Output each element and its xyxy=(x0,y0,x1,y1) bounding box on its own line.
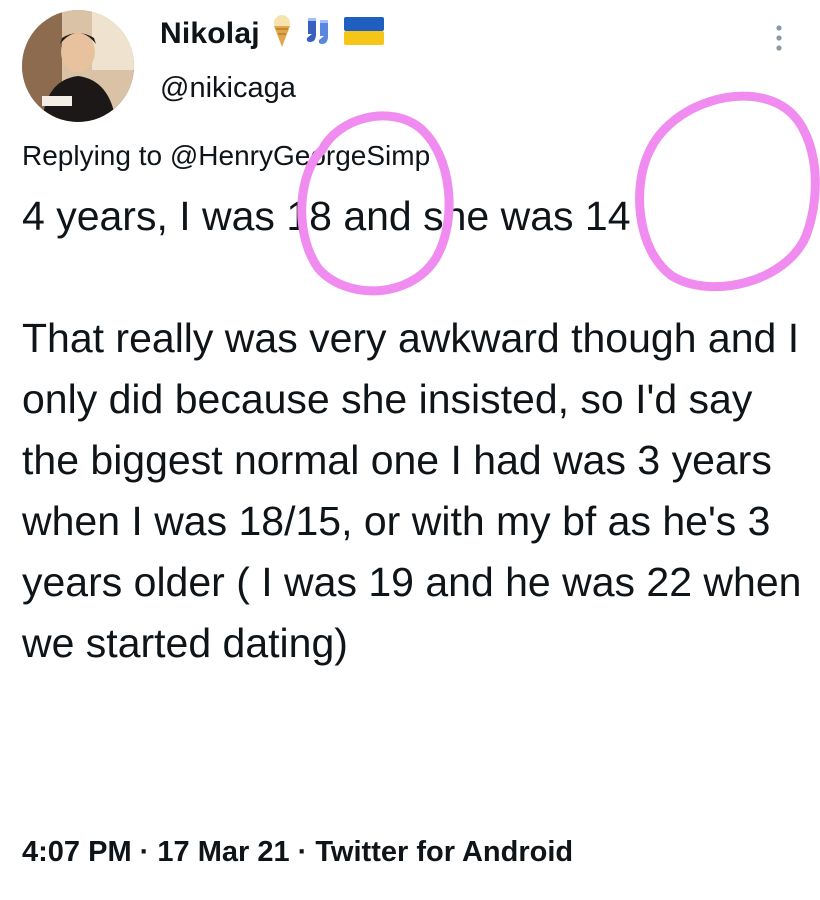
tweet-text: 4 years, I was 18 and she was 14 That re… xyxy=(22,193,802,666)
replying-to: Replying to @HenryGeorgeSimp xyxy=(22,140,430,172)
author-display-name[interactable]: Nikolaj xyxy=(160,17,260,51)
author-handle[interactable]: @nikicaga xyxy=(160,72,296,105)
tweet-meta: 4:07 PM · 17 Mar 21 · Twitter for Androi… xyxy=(22,836,573,869)
ice-cream-icon xyxy=(270,14,294,53)
ukraine-flag-icon xyxy=(343,17,384,50)
tweet-time[interactable]: 4:07 PM xyxy=(22,836,132,868)
socks-icon xyxy=(304,16,334,51)
tweet-date[interactable]: 17 Mar 21 xyxy=(157,836,289,868)
meta-separator: · xyxy=(289,836,316,868)
meta-separator: · xyxy=(131,836,158,868)
reply-mention-link[interactable]: @HenryGeorgeSimp xyxy=(170,140,430,171)
tweet-card: Nikolaj @nikicaga Replying to @HenryGeor… xyxy=(0,0,820,900)
more-options-icon[interactable] xyxy=(764,18,794,58)
author-name-row: Nikolaj xyxy=(160,14,384,53)
replying-to-prefix: Replying to xyxy=(22,140,170,171)
avatar-photo-icon xyxy=(22,10,134,122)
tweet-source[interactable]: Twitter for Android xyxy=(315,836,573,868)
avatar[interactable] xyxy=(22,10,134,122)
